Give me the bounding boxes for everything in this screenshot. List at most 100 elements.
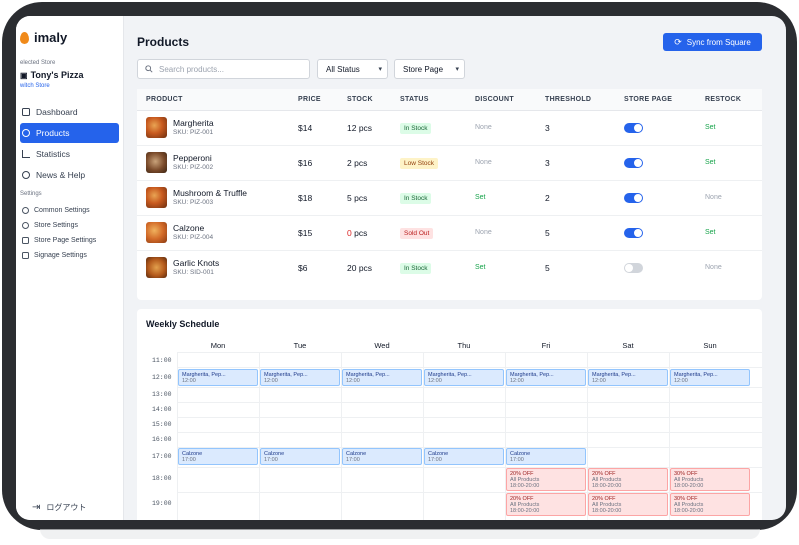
schedule-event[interactable]: Calzone 17:00 — [424, 448, 504, 465]
store-page-toggle[interactable] — [624, 228, 643, 238]
nav-item-store-page-settings[interactable]: Store Page Settings — [20, 233, 96, 248]
schedule-event[interactable]: Margherita, Pep... 12:00 — [342, 369, 422, 386]
nav-label: Common Settings — [34, 207, 90, 214]
schedule-event[interactable]: Margherita, Pep... 12:00 — [588, 369, 668, 386]
product-name: Margherita — [173, 118, 214, 128]
day-header: Sat — [622, 341, 634, 350]
schedule-event[interactable]: Calzone 17:00 — [260, 448, 340, 465]
restock-value[interactable]: Set — [705, 124, 716, 131]
store-page-toggle[interactable] — [624, 193, 643, 203]
store-page-toggle[interactable] — [624, 123, 643, 133]
nav-item-statistics[interactable]: Statistics — [20, 144, 119, 164]
logout-label: ログアウト — [46, 503, 87, 512]
event-time: 18:00-20:00 — [510, 483, 540, 489]
sync-from-square-button[interactable]: ⟳ Sync from Square — [663, 33, 762, 51]
event-time: 12:00 — [674, 378, 688, 384]
schedule-event[interactable]: Calzone 17:00 — [342, 448, 422, 465]
signage-icon — [22, 252, 29, 259]
chevron-down-icon: ▾ — [455, 66, 459, 73]
table-row[interactable]: Garlic Knots SKU: SID-001 $6 20 pcs In S… — [137, 251, 762, 286]
flame-logo-icon — [20, 31, 29, 44]
threshold-value: 5 — [545, 228, 550, 238]
selected-store: ▣ Tony's Pizza — [20, 70, 84, 80]
nav-item-store-settings[interactable]: Store Settings — [20, 218, 96, 233]
column-header: THRESHOLD — [545, 96, 592, 103]
schedule-event[interactable]: Margherita, Pep... 12:00 — [670, 369, 750, 386]
store-page-filter-select[interactable]: Store Page ▾ — [394, 59, 465, 79]
grid-line — [177, 352, 762, 353]
device-shadow — [40, 529, 760, 539]
event-time: 17:00 — [182, 457, 196, 463]
promotion-event[interactable]: 30% OFF All Products 18:00-20:00 — [670, 468, 750, 491]
event-time: 17:00 — [264, 457, 278, 463]
search-input[interactable] — [159, 64, 299, 74]
gear-icon — [22, 222, 29, 229]
status-badge: In Stock — [400, 263, 432, 274]
tablet-frame: imaly elected Store ▣ Tony's Pizza witch… — [2, 2, 797, 530]
stock-unit: pcs — [351, 228, 368, 238]
nav-label: Store Settings — [34, 222, 78, 229]
app-screen: imaly elected Store ▣ Tony's Pizza witch… — [16, 16, 786, 520]
promotion-event[interactable]: 20% OFF All Products 18:00-20:00 — [506, 468, 586, 491]
promotion-event[interactable]: 20% OFF All Products 18:00-20:00 — [588, 493, 668, 516]
time-label: 18:00 — [152, 475, 172, 482]
schedule-event[interactable]: Calzone 17:00 — [506, 448, 586, 465]
switch-store-link[interactable]: witch Store — [20, 83, 50, 89]
restock-value[interactable]: Set — [705, 159, 716, 166]
column-header: STOCK — [347, 96, 373, 103]
promotion-event[interactable]: 30% OFF All Products 18:00-20:00 — [670, 493, 750, 516]
time-label: 11:00 — [152, 357, 172, 364]
product-price: $6 — [298, 263, 308, 273]
status-badge: In Stock — [400, 193, 432, 204]
promotion-event[interactable]: 20% OFF All Products 18:00-20:00 — [588, 468, 668, 491]
status-badge: Low Stock — [400, 158, 438, 169]
app-logo[interactable]: imaly — [20, 30, 67, 45]
logout-button[interactable]: ⇥ ログアウト — [32, 502, 86, 513]
grid-line — [177, 402, 762, 403]
column-header: STATUS — [400, 96, 429, 103]
schedule-event[interactable]: Margherita, Pep... 12:00 — [506, 369, 586, 386]
threshold-value: 3 — [545, 123, 550, 133]
schedule-event[interactable]: Calzone 17:00 — [178, 448, 258, 465]
day-header: Sun — [703, 341, 717, 350]
event-time: 18:00-20:00 — [510, 508, 540, 514]
grid-line — [177, 367, 762, 368]
discount-value[interactable]: Set — [475, 194, 486, 201]
refresh-icon: ⟳ — [674, 36, 682, 47]
nav-item-dashboard[interactable]: Dashboard — [20, 102, 119, 122]
schedule-event[interactable]: Margherita, Pep... 12:00 — [178, 369, 258, 386]
event-time: 18:00-20:00 — [674, 483, 704, 489]
discount-value[interactable]: Set — [475, 264, 486, 271]
status-filter-select[interactable]: All Status ▾ — [317, 59, 388, 79]
nav-item-signage-settings[interactable]: Signage Settings — [20, 248, 96, 263]
gear-icon — [22, 207, 29, 214]
restock-value[interactable]: Set — [705, 229, 716, 236]
nav-item-products[interactable]: Products — [20, 123, 119, 143]
store-page-toggle[interactable] — [624, 158, 643, 168]
day-header: Fri — [541, 341, 551, 350]
schedule-event[interactable]: Margherita, Pep... 12:00 — [260, 369, 340, 386]
schedule-event[interactable]: Margherita, Pep... 12:00 — [424, 369, 504, 386]
threshold-value: 5 — [545, 263, 550, 273]
promotion-event[interactable]: 20% OFF All Products 18:00-20:00 — [506, 493, 586, 516]
main-content: Products ⟳ Sync from Square All Status ▾… — [124, 16, 786, 520]
threshold-value: 2 — [545, 193, 550, 203]
status-filter-value: All Status — [326, 64, 360, 74]
table-row[interactable]: Mushroom & Truffle SKU: PIZ-003 $18 5 pc… — [137, 181, 762, 216]
table-row[interactable]: Margherita SKU: PIZ-001 $14 12 pcs In St… — [137, 111, 762, 146]
store-page-toggle[interactable] — [624, 263, 643, 273]
table-row[interactable]: Pepperoni SKU: PIZ-002 $16 2 pcs Low Sto… — [137, 146, 762, 181]
nav-item-news-help[interactable]: News & Help — [20, 165, 119, 185]
time-label: 15:00 — [152, 421, 172, 428]
discount-value: None — [475, 124, 492, 131]
event-time: 17:00 — [510, 457, 524, 463]
event-time: 18:00-20:00 — [592, 508, 622, 514]
event-time: 12:00 — [346, 378, 360, 384]
nav-label: Store Page Settings — [34, 237, 97, 244]
nav-item-common-settings[interactable]: Common Settings — [20, 203, 96, 218]
day-header: Wed — [374, 341, 390, 350]
product-name: Calzone — [173, 223, 205, 233]
time-label: 19:00 — [152, 500, 172, 507]
page-title: Products — [137, 35, 190, 49]
table-row[interactable]: Calzone SKU: PIZ-004 $15 0 pcs Sold Out … — [137, 216, 762, 251]
